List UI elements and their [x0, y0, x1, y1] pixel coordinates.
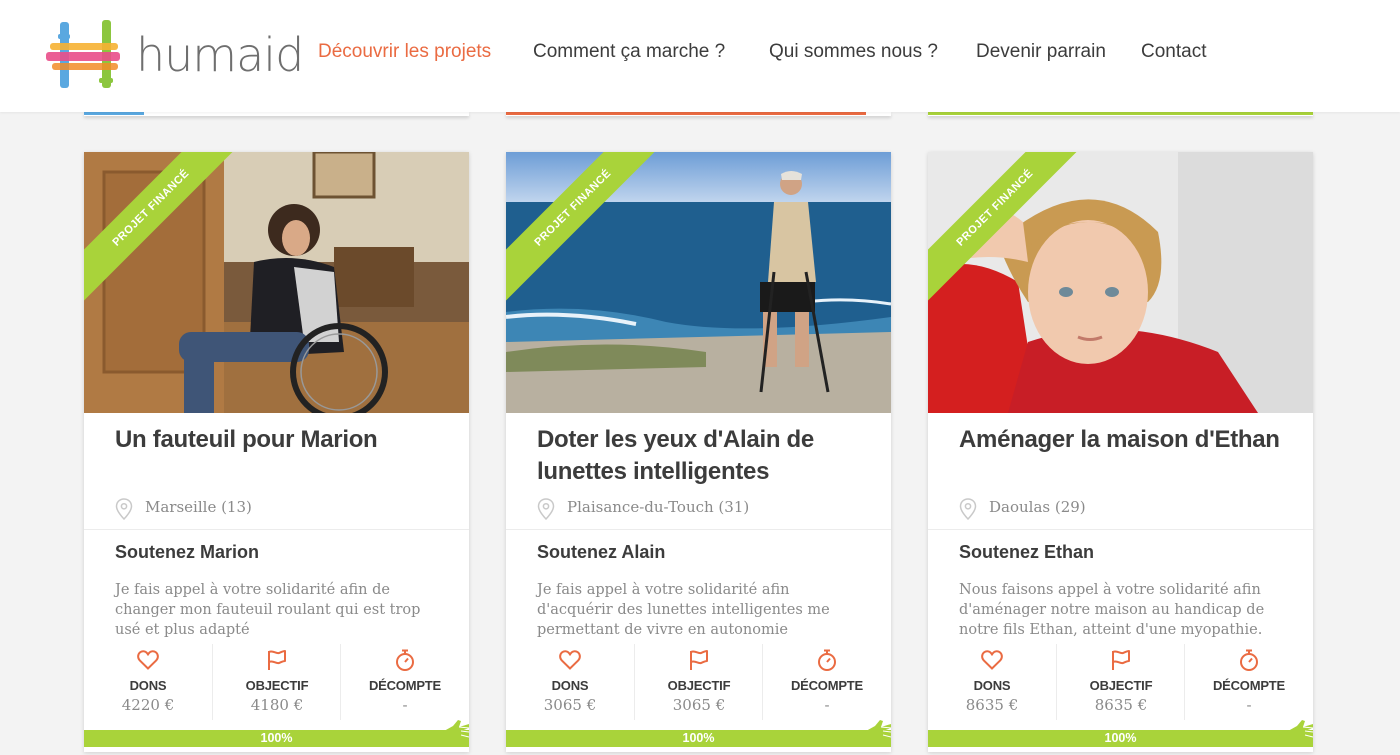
stat-value: 4180 €: [250, 696, 304, 714]
project-photo[interactable]: PROJET FINANCÉ: [506, 152, 891, 413]
stopwatch-icon: [396, 649, 414, 671]
stat-value: -: [824, 696, 830, 714]
stat-label: OBJECTIF: [1089, 678, 1153, 693]
stat-label: DÉCOMPTE: [790, 678, 864, 693]
project-card-marion[interactable]: PROJET FINANCÉ Un fauteuil pour Marion M…: [84, 152, 469, 752]
logo-text: humaid: [136, 28, 304, 82]
hands-logo-icon: [46, 20, 120, 88]
heart-icon: [981, 650, 1003, 670]
stat-dons: DONS 8635 €: [928, 644, 1056, 720]
heart-icon: [137, 650, 159, 670]
support-heading: Soutenez Ethan: [959, 542, 1095, 562]
project-description: Nous faisons appel à votre solidarité af…: [959, 582, 1265, 638]
stat-objectif: OBJECTIF 8635 €: [1056, 644, 1184, 720]
stat-label: DONS: [551, 678, 589, 693]
stat-label: DÉCOMPTE: [1212, 678, 1286, 693]
hand-icon: [1269, 720, 1313, 747]
stat-decompte: DÉCOMPTE -: [1184, 644, 1312, 720]
nav-comment-ca-marche[interactable]: Comment ça marche ?: [533, 41, 725, 63]
stat-objectif: OBJECTIF 4180 €: [212, 644, 340, 720]
heart-icon: [559, 650, 581, 670]
flag-icon: [1112, 650, 1130, 670]
project-card-ethan[interactable]: PROJET FINANCÉ Aménager la maison d'Etha…: [928, 152, 1313, 752]
project-title[interactable]: Aménager la maison d'Ethan: [959, 424, 1289, 456]
location-pin-icon: [115, 498, 133, 520]
location-pin-icon: [959, 498, 977, 520]
stat-label: DONS: [973, 678, 1011, 693]
stat-decompte: DÉCOMPTE -: [762, 644, 890, 720]
project-description: Je fais appel à votre solidarité afin d'…: [537, 582, 830, 638]
funding-progress-bar: 100%: [928, 720, 1313, 747]
divider: [928, 529, 1313, 530]
stat-value: -: [1246, 696, 1252, 714]
stat-label: OBJECTIF: [667, 678, 731, 693]
support-heading: Soutenez Alain: [537, 542, 666, 562]
project-card-alain[interactable]: PROJET FINANCÉ Doter les yeux d'Alain de…: [506, 152, 891, 752]
site-header: humaid Découvrir les projets Comment ça …: [0, 0, 1400, 112]
flag-icon: [268, 650, 286, 670]
location-text: Plaisance-du-Touch (31): [567, 498, 750, 516]
stat-value: 8635 €: [965, 696, 1019, 714]
project-description: Je fais appel à votre solidarité afin de…: [115, 582, 421, 638]
humaid-logo[interactable]: humaid: [44, 18, 304, 94]
location-text: Marseille (13): [145, 498, 252, 516]
progress-label: 100%: [1104, 731, 1137, 745]
stat-value: 3065 €: [672, 696, 726, 714]
stat-objectif: OBJECTIF 3065 €: [634, 644, 762, 720]
support-heading: Soutenez Marion: [115, 542, 260, 562]
hand-icon: [847, 720, 891, 747]
stat-label: DÉCOMPTE: [368, 678, 442, 693]
stat-label: OBJECTIF: [245, 678, 309, 693]
stat-value: 3065 €: [543, 696, 597, 714]
funding-progress-bar: 100%: [84, 720, 469, 747]
nav-qui-sommes-nous[interactable]: Qui sommes nous ?: [769, 41, 938, 63]
nav-decouvrir-projets[interactable]: Découvrir les projets: [318, 41, 491, 63]
stopwatch-icon: [1240, 649, 1258, 671]
previous-card-edge: [506, 112, 891, 116]
hand-icon: [425, 720, 469, 747]
progress-label: 100%: [682, 731, 715, 745]
nav-devenir-parrain[interactable]: Devenir parrain: [976, 41, 1106, 63]
flag-icon: [690, 650, 708, 670]
previous-card-edge: [84, 112, 469, 116]
progress-label: 100%: [260, 731, 293, 745]
stat-value: -: [402, 696, 408, 714]
location-text: Daoulas (29): [989, 498, 1086, 516]
previous-card-edge: [928, 112, 1313, 116]
location-pin-icon: [537, 498, 555, 520]
stat-value: 8635 €: [1094, 696, 1148, 714]
project-title[interactable]: Doter les yeux d'Alain de lunettes intel…: [537, 424, 867, 488]
stat-label: DONS: [129, 678, 167, 693]
project-stats: DONS 4220 € OBJECTIF 4180 € DÉCOMPTE -: [84, 644, 469, 720]
funding-progress-bar: 100%: [506, 720, 891, 747]
project-title[interactable]: Un fauteuil pour Marion: [115, 424, 445, 456]
nav-contact[interactable]: Contact: [1141, 41, 1206, 63]
project-stats: DONS 8635 € OBJECTIF 8635 € DÉCOMPTE -: [928, 644, 1313, 720]
project-stats: DONS 3065 € OBJECTIF 3065 € DÉCOMPTE -: [506, 644, 891, 720]
project-photo[interactable]: PROJET FINANCÉ: [928, 152, 1313, 413]
stat-dons: DONS 3065 €: [506, 644, 634, 720]
stat-decompte: DÉCOMPTE -: [340, 644, 468, 720]
stopwatch-icon: [818, 649, 836, 671]
project-photo[interactable]: PROJET FINANCÉ: [84, 152, 469, 413]
divider: [84, 529, 469, 530]
stat-value: 4220 €: [121, 696, 175, 714]
divider: [506, 529, 891, 530]
stat-dons: DONS 4220 €: [84, 644, 212, 720]
